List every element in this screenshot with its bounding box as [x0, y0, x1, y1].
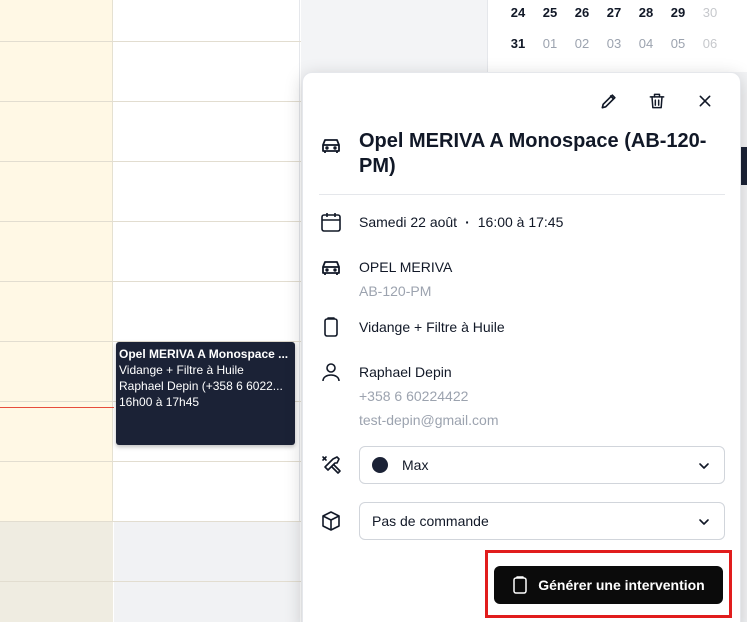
mini-calendar-week: 31 01 02 03 04 05 06 — [502, 36, 726, 51]
mini-calendar-day[interactable]: 02 — [566, 36, 598, 51]
customer-phone[interactable]: +358 6 60224422 — [359, 384, 499, 408]
mini-calendar-day[interactable]: 26 — [566, 5, 598, 20]
generate-intervention-button[interactable]: Générer une intervention — [494, 566, 723, 604]
mini-calendar-day[interactable]: 31 — [502, 36, 534, 51]
order-select-value: Pas de commande — [372, 513, 489, 529]
car-icon — [322, 261, 340, 275]
close-icon — [699, 95, 711, 107]
generate-intervention-label: Générer une intervention — [538, 577, 705, 593]
mini-calendar: 24 25 26 27 28 29 30 31 01 02 03 04 05 0… — [487, 0, 747, 72]
event-time-range: 16:00 à 17:45 — [477, 214, 564, 230]
mini-calendar-day[interactable]: 25 — [534, 5, 566, 20]
closed-hours — [0, 521, 301, 622]
clipboard-icon — [324, 317, 338, 337]
customer-row: Raphael Depin +358 6 60224422 test-depin… — [319, 360, 499, 432]
hour-line — [0, 161, 301, 162]
service-name: Vidange + Filtre à Huile — [359, 319, 505, 335]
vehicle-plate: AB-120-PM — [359, 283, 432, 299]
mechanic-row — [319, 453, 343, 477]
separator-dot: · — [465, 214, 470, 230]
vehicle-model: OPEL MERIVA — [359, 259, 453, 275]
vehicle-row: OPEL MERIVA AB-120-PM — [319, 255, 452, 303]
service-row: Vidange + Filtre à Huile — [319, 315, 505, 339]
mini-calendar-week: 24 25 26 27 28 29 30 — [502, 5, 726, 20]
mechanic-select-value: Max — [402, 457, 429, 473]
trash-icon — [649, 93, 665, 109]
mini-calendar-day[interactable]: 01 — [534, 36, 566, 51]
event-title: Opel MERIVA A Monospace ... — [119, 347, 289, 361]
user-icon — [322, 363, 340, 382]
customer-name: Raphael Depin — [359, 364, 452, 380]
event-detail-title: Opel MERIVA A Monospace (AB-120-PM) — [359, 130, 707, 177]
event-customer: Raphael Depin (+358 6 6022... — [119, 379, 283, 393]
calendar-event[interactable]: Opel MERIVA A Monospace ... Vidange + Fi… — [116, 342, 295, 445]
clipboard-icon — [513, 576, 527, 594]
mini-calendar-day[interactable]: 06 — [694, 36, 726, 51]
pencil-icon — [601, 94, 616, 109]
close-button[interactable] — [693, 89, 717, 113]
mini-calendar-day[interactable]: 28 — [630, 5, 662, 20]
car-icon — [322, 139, 340, 153]
mechanic-color-dot — [372, 457, 388, 473]
calendar-icon — [321, 213, 341, 232]
mini-calendar-day[interactable]: 05 — [662, 36, 694, 51]
mini-calendar-day[interactable]: 24 — [502, 5, 534, 20]
hour-line — [0, 281, 301, 282]
date-row: Samedi 22 août · 16:00 à 17:45 — [319, 210, 563, 234]
event-date: Samedi 22 août — [359, 214, 458, 230]
event-details-popover: Opel MERIVA A Monospace (AB-120-PM) Same… — [302, 72, 741, 622]
mini-calendar-day[interactable]: 30 — [694, 5, 726, 20]
mini-calendar-day[interactable]: 27 — [598, 5, 630, 20]
divider — [319, 194, 725, 195]
chevron-down-icon — [699, 463, 709, 469]
edit-button[interactable] — [597, 89, 621, 113]
mini-calendar-day[interactable]: 03 — [598, 36, 630, 51]
tools-icon — [322, 456, 341, 474]
delete-button[interactable] — [645, 89, 669, 113]
order-row — [319, 509, 343, 533]
hour-line — [0, 581, 301, 582]
hour-line — [0, 461, 301, 462]
event-time: 16h00 à 17h45 — [119, 395, 200, 409]
box-icon — [322, 511, 340, 531]
hour-line — [0, 221, 301, 222]
popover-header: Opel MERIVA A Monospace (AB-120-PM) — [319, 129, 739, 179]
mini-calendar-day[interactable]: 04 — [630, 36, 662, 51]
hour-line — [0, 101, 301, 102]
hour-line — [0, 41, 301, 42]
order-select[interactable]: Pas de commande — [359, 502, 725, 540]
current-time-line — [0, 407, 114, 408]
chevron-down-icon — [699, 519, 709, 525]
hour-line — [0, 521, 301, 522]
event-service: Vidange + Filtre à Huile — [119, 363, 244, 377]
customer-email[interactable]: test-depin@gmail.com — [359, 408, 499, 432]
mechanic-select[interactable]: Max — [359, 446, 725, 484]
mini-calendar-day[interactable]: 29 — [662, 5, 694, 20]
